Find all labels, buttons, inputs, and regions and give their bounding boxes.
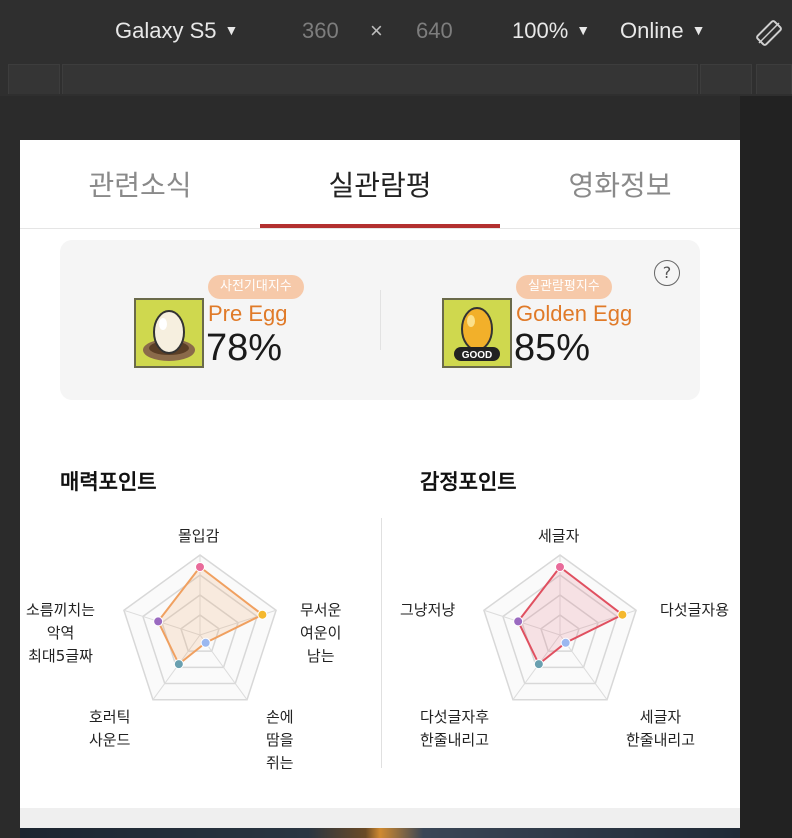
charm-radar-point [257,609,268,620]
emotion-radar-chart [483,554,637,701]
golden-egg-pill: 실관람평지수 [516,275,612,299]
ruler-segment[interactable] [756,64,792,94]
device-select[interactable]: Galaxy S5 ▼ [115,18,238,44]
charm-radar-point [195,562,205,572]
movie-still-image [20,828,740,838]
media-query-rulers [0,62,792,96]
devtools-toolbar: Galaxy S5 ▼ 360 × 640 100% ▼ Online ▼ [0,0,792,62]
chevron-down-icon: ▼ [224,22,239,38]
height-field[interactable]: 640 [416,18,453,44]
zoom-select[interactable]: 100% ▼ [512,18,590,44]
pre-egg-icon [134,298,204,368]
charm-label-creepy-villain: 소름끼치는 악역 최대5글짜 [26,601,96,665]
egg-divider [380,290,381,350]
tab-news[interactable]: 관련소식 [20,164,260,204]
viewport-background [740,96,792,838]
chevron-down-icon: ▼ [691,22,706,38]
golden-egg-block: 실관람평지수 GOOD Golden Egg 85% [408,275,632,375]
emotion-label-three-chars: 세글자 [538,527,580,545]
pre-egg-block: 사전기대지수 Pre Egg 78% [100,275,320,375]
device-viewport: 관련소식 실관람평 영화정보 ? 사전기대지수 Pre Egg 78% 실관람평… [20,140,740,838]
emotion-label-three-chars-wrap: 세글자 한줄내리고 [626,708,696,749]
times-icon: × [370,18,383,43]
pre-egg-pill: 사전기대지수 [208,275,304,299]
charm-label-immersion: 몰입감 [178,527,220,545]
emotion-radar-point [617,609,628,620]
zoom-label: 100% [512,18,569,43]
emotion-label-so-so: 그냥저냥 [400,601,456,619]
radar-divider [381,518,382,768]
emotion-radar-point [555,562,565,572]
charm-radar-point [173,659,184,670]
emotion-point-title: 감정포인트 [420,470,517,494]
pre-egg-percent: 78% [206,327,283,369]
golden-egg-percent: 85% [514,327,591,369]
width-field[interactable]: 360 [302,18,339,44]
charm-radar-chart [123,554,277,701]
good-badge: GOOD [462,350,493,361]
emotion-radar-point [533,659,544,670]
charm-radar-point [153,616,164,627]
golden-egg-icon: GOOD [442,298,512,368]
charm-label-scary-aftertaste: 무서운 여운이 남는 [300,601,342,665]
emotion-radar-point [513,616,524,627]
charm-point-title: 매력포인트 [60,470,157,494]
tab-bar: 관련소식 실관람평 영화정보 [20,140,740,229]
tab-reviews[interactable]: 실관람평 [260,164,500,204]
charm-radar-point [200,637,211,648]
emotion-radar-point [560,637,571,648]
emotion-label-five-chars-wrap: 다섯글자후 한줄내리고 [420,708,490,749]
charm-label-sweaty-palms: 손에 땀을 쥐는 [266,708,294,772]
tab-movie-info[interactable]: 영화정보 [500,164,740,204]
ruler-segment[interactable] [62,64,698,94]
emotion-label-five-chars: 다섯글자용 [660,601,730,619]
egg-index-card: ? 사전기대지수 Pre Egg 78% 실관람평지수 GOOD Golden … [60,240,700,400]
rotate-icon[interactable] [756,20,782,46]
golden-egg-name: Golden Egg [516,301,633,326]
ruler-segment[interactable] [8,64,60,94]
ruler-segment[interactable] [700,64,752,94]
device-label: Galaxy S5 [115,18,217,43]
network-select[interactable]: Online ▼ [620,18,705,44]
chevron-down-icon: ▼ [576,22,591,38]
pre-egg-name: Pre Egg [208,301,288,326]
active-tab-indicator [260,224,500,228]
network-label: Online [620,18,684,43]
help-icon[interactable]: ? [654,260,680,286]
charm-label-horror-sound: 호러틱 사운드 [89,708,131,749]
